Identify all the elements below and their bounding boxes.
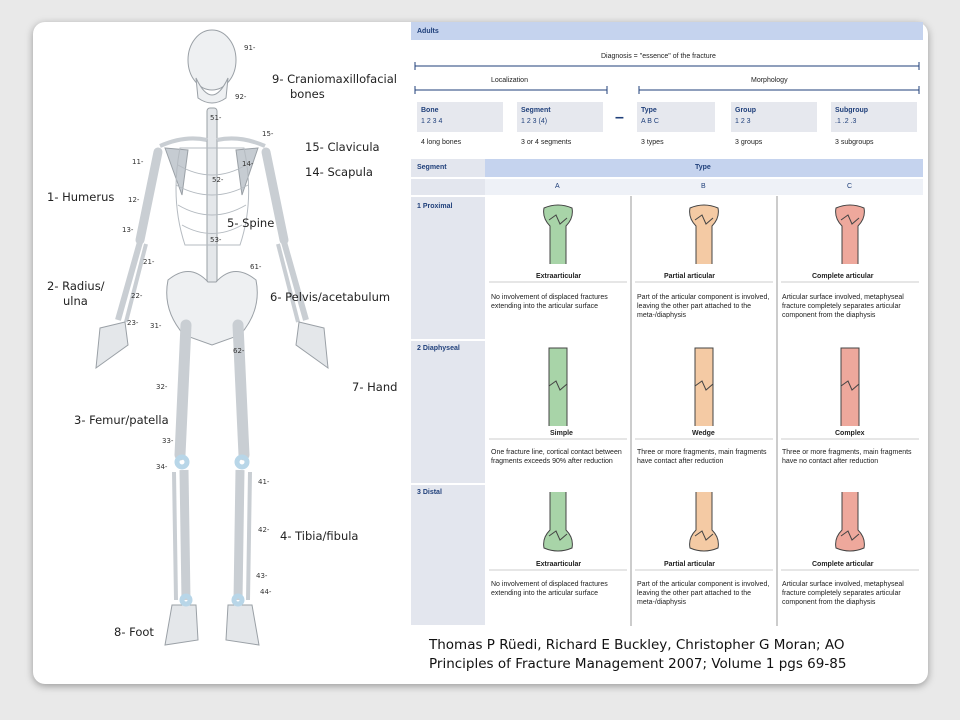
code-32: 32-: [156, 383, 168, 391]
label-spine: 5- Spine: [227, 216, 275, 230]
code-53: 53-: [210, 236, 222, 244]
cell-2c-desc: Three or more fragments, main fragments …: [782, 449, 912, 465]
cell-3c-title: Complete articular: [812, 561, 874, 568]
label-radius: 2- Radius/: [47, 279, 105, 293]
label-clavicula: 15- Clavicula: [305, 140, 380, 154]
code-92: 92-: [235, 93, 247, 101]
code-62: 62-: [233, 347, 245, 355]
code-44: 44-: [260, 588, 272, 596]
fracture-grid: [411, 157, 923, 626]
code-14: 14-: [242, 160, 254, 168]
bone-icon: [548, 347, 568, 426]
label-pelvis: 6- Pelvis/acetabulum: [270, 290, 391, 304]
label-humerus: 1- Humerus: [47, 190, 115, 204]
bone-icon: [835, 492, 865, 552]
cell-3a-title: Extraarticular: [536, 561, 582, 568]
label-craniomaxillofacial: 9- Craniomaxillofacial: [272, 72, 397, 86]
bone-icon: [689, 492, 719, 552]
code-12: 12-: [128, 196, 140, 204]
label-tibia: 4- Tibia/fibula: [280, 529, 359, 543]
row-diaphyseal: 2 Diaphyseal: [417, 345, 460, 352]
code-13: 13-: [122, 226, 134, 234]
skeleton-illustration: [95, 29, 329, 646]
row-distal: 3 Distal: [417, 489, 442, 496]
bone-icon: [543, 204, 573, 264]
code-23: 23-: [127, 319, 139, 327]
cell-1a-title: Extraarticular: [536, 273, 582, 280]
code-31: 31-: [150, 322, 162, 330]
cell-3b-title: Partial articular: [664, 561, 715, 568]
label-scapula: 14- Scapula: [305, 165, 373, 179]
cell-3a-desc: No involvement of displaced fractures ex…: [491, 581, 608, 597]
code-51: 51-: [210, 114, 222, 122]
cell-2a-title: Simple: [550, 430, 573, 437]
cell-2b-desc: Three or more fragments, main fragments …: [637, 449, 767, 465]
bone-icon: [835, 204, 865, 264]
cell-1c-title: Complete articular: [812, 273, 874, 280]
code-22: 22-: [131, 292, 143, 300]
cell-1b-title: Partial articular: [664, 273, 715, 280]
cell-1b-desc: Part of the articular component is invol…: [637, 294, 770, 319]
row-proximal: 1 Proximal: [417, 203, 453, 210]
code-43: 43-: [256, 572, 268, 580]
code-15: 15-: [262, 130, 274, 138]
code-33: 33-: [162, 437, 174, 445]
cell-3c-desc: Articular surface involved, metaphyseal …: [782, 581, 904, 606]
citation-line-1: Thomas P Rüedi, Richard E Buckley, Chris…: [429, 637, 845, 653]
code-21: 21-: [143, 258, 155, 266]
citation: Thomas P Rüedi, Richard E Buckley, Chris…: [429, 636, 846, 674]
code-52: 52-: [212, 176, 224, 184]
label-hand: 7- Hand: [352, 380, 398, 394]
code-34: 34-: [156, 463, 168, 471]
ao-classification-table: Adults Diagnosis = "essence" of the frac…: [411, 22, 923, 626]
code-61: 61-: [250, 263, 262, 271]
bone-icon: [694, 347, 714, 426]
cell-1a-desc: No involvement of displaced fractures ex…: [491, 294, 608, 310]
label-ulna: ulna: [63, 294, 88, 308]
cell-3b-desc: Part of the articular component is invol…: [637, 581, 770, 606]
label-femur: 3- Femur/patella: [74, 413, 169, 427]
code-11: 11-: [132, 158, 144, 166]
cell-2b-title: Wedge: [692, 430, 715, 437]
cell-2c-title: Complex: [835, 430, 865, 437]
code-41: 41-: [258, 478, 270, 486]
code-91: 91-: [244, 44, 256, 52]
label-cranio-bones: bones: [290, 87, 325, 101]
bone-icon: [543, 492, 573, 552]
cell-1c-desc: Articular surface involved, metaphyseal …: [782, 294, 904, 319]
label-foot: 8- Foot: [114, 625, 154, 639]
bone-icon: [689, 204, 719, 264]
citation-line-2: Principles of Fracture Management 2007; …: [429, 656, 847, 672]
bone-icon: [840, 347, 860, 426]
code-42: 42-: [258, 526, 270, 534]
cell-2a-desc: One fracture line, cortical contact betw…: [491, 449, 622, 465]
